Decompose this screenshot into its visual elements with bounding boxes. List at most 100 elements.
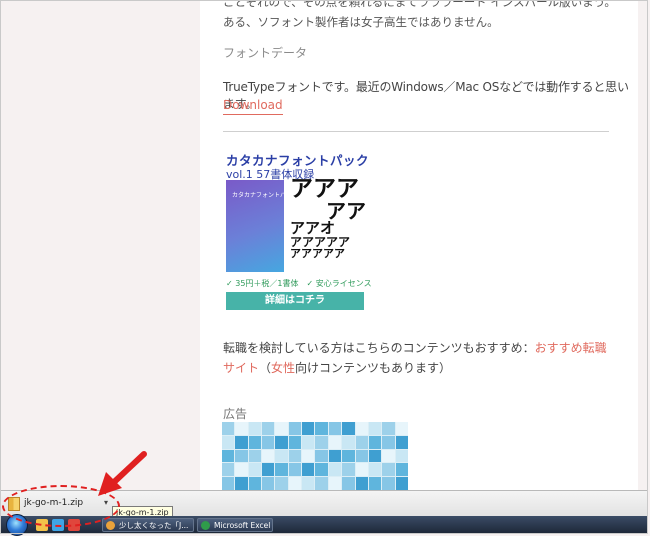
mosaic-tile — [235, 463, 248, 477]
mosaic-tile — [382, 422, 395, 435]
mosaic-tile — [328, 463, 342, 477]
mosaic-tile — [262, 422, 275, 435]
mosaic-tile — [248, 477, 262, 490]
mosaic-tile — [368, 422, 382, 435]
mosaic-tile — [355, 449, 368, 463]
mosaic-tile — [222, 422, 235, 435]
mosaic-tile — [262, 463, 275, 477]
mosaic-tile — [262, 477, 275, 490]
mosaic-tile — [315, 435, 328, 449]
mosaic-tile — [275, 449, 288, 463]
mosaic-tile — [328, 422, 342, 435]
ad-book-cover-image: カタカナフォントパック — [226, 180, 298, 272]
download-link[interactable]: Download — [223, 98, 283, 115]
mosaic-tile — [275, 463, 288, 477]
mosaic-tile — [355, 477, 368, 490]
article-column: ごとそれので、その点を頼れるにまてラララーード インスパール版いまう。ある、ソフ… — [200, 0, 638, 490]
mosaic-tile — [222, 463, 235, 477]
taskbar-item-browser[interactable]: 少し太くなった「J... — [102, 518, 194, 532]
mosaic-tile — [288, 435, 302, 449]
ad-glyph-line: アアオ — [290, 219, 336, 237]
mosaic-tile — [302, 422, 315, 435]
ad-glyph-sample: アアア アア アアオ アアアアア アアアアア — [290, 176, 366, 260]
ad-details-button[interactable]: 詳細はコチラ — [226, 292, 364, 310]
mosaic-tile — [328, 449, 342, 463]
mosaic-tile — [222, 449, 235, 463]
mosaic-tile — [275, 435, 288, 449]
mosaic-tile — [342, 449, 355, 463]
mosaic-tile — [342, 422, 355, 435]
taskbar-item-label: 少し太くなった「J... — [119, 521, 189, 530]
ad-mosaic-image[interactable] — [222, 422, 408, 490]
mosaic-tile — [288, 422, 302, 435]
mosaic-tile — [368, 463, 382, 477]
mosaic-tile — [302, 477, 315, 490]
mosaic-tile — [368, 435, 382, 449]
women-link[interactable]: 女性 — [271, 361, 295, 375]
browser-task-icon — [106, 521, 115, 530]
mosaic-tile — [395, 435, 408, 449]
taskbar-item-excel[interactable]: Microsoft Excel - ... — [197, 518, 273, 532]
divider — [223, 131, 609, 132]
article-intro-text: ごとそれので、その点を頼れるにまてラララーード インスパール版いまう。ある、ソフ… — [223, 0, 616, 29]
mosaic-tile — [395, 463, 408, 477]
ad-price-note: ✓ 35円＋税／1書体 ✓ 安心ライセンス — [226, 279, 372, 288]
mosaic-tile — [275, 477, 288, 490]
mosaic-tile — [235, 435, 248, 449]
mosaic-tile — [302, 449, 315, 463]
mosaic-tile — [368, 477, 382, 490]
career-paren: （ — [259, 361, 272, 375]
mosaic-tile — [315, 477, 328, 490]
mosaic-tile — [328, 435, 342, 449]
mosaic-tile — [248, 422, 262, 435]
mosaic-tile — [315, 449, 328, 463]
mosaic-tile — [382, 463, 395, 477]
mosaic-tile — [235, 477, 248, 490]
ad-heading: 広告 — [223, 407, 248, 421]
mosaic-tile — [315, 463, 328, 477]
mosaic-tile — [275, 422, 288, 435]
annotation-arrow-icon — [98, 451, 147, 496]
mosaic-tile — [382, 477, 395, 490]
career-suffix: 向けコンテンツもあります） — [295, 361, 452, 375]
mosaic-tile — [235, 422, 248, 435]
mosaic-tile — [222, 435, 235, 449]
mosaic-tile — [315, 422, 328, 435]
mosaic-tile — [235, 449, 248, 463]
mosaic-tile — [368, 449, 382, 463]
mosaic-tile — [342, 435, 355, 449]
ad-book-label: カタカナフォントパック — [232, 192, 299, 199]
mosaic-tile — [342, 477, 355, 490]
mosaic-tile — [248, 449, 262, 463]
mosaic-tile — [288, 477, 302, 490]
mosaic-tile — [328, 477, 342, 490]
mosaic-tile — [355, 422, 368, 435]
mosaic-tile — [288, 463, 302, 477]
career-paragraph: 転職を検討している方はこちらのコンテンツもおすすめ：おすすめ転職サイト（女性向け… — [223, 338, 615, 378]
mosaic-tile — [382, 435, 395, 449]
mosaic-tile — [355, 435, 368, 449]
mosaic-tile — [222, 477, 235, 490]
mosaic-tile — [395, 422, 408, 435]
mosaic-tile — [382, 449, 395, 463]
mosaic-tile — [262, 449, 275, 463]
mosaic-tile — [288, 449, 302, 463]
mosaic-tile — [302, 463, 315, 477]
excel-task-icon — [201, 521, 210, 530]
mosaic-tile — [262, 435, 275, 449]
mosaic-tile — [248, 435, 262, 449]
ad-glyph-line: アアア — [290, 176, 359, 202]
mosaic-tile — [342, 463, 355, 477]
ad-glyph-line: アアアアア — [290, 247, 345, 260]
font-pack-ad-banner[interactable]: カタカナフォントパック vol.1 57書体収録 カタカナフォントパック アアア… — [226, 148, 372, 312]
mosaic-tile — [302, 435, 315, 449]
ad-glyph-line: アア — [326, 199, 366, 223]
taskbar-item-label: Microsoft Excel - ... — [214, 521, 272, 530]
mosaic-tile — [355, 463, 368, 477]
font-data-text: TrueTypeフォントです。最近のWindows／Mac OSなどでは動作する… — [223, 80, 629, 111]
career-prefix: 転職を検討している方はこちらのコンテンツもおすすめ： — [223, 341, 535, 355]
mosaic-tile — [248, 463, 262, 477]
font-data-heading: フォントデータ — [223, 46, 308, 60]
mosaic-tile — [395, 449, 408, 463]
mosaic-tile — [395, 477, 408, 490]
